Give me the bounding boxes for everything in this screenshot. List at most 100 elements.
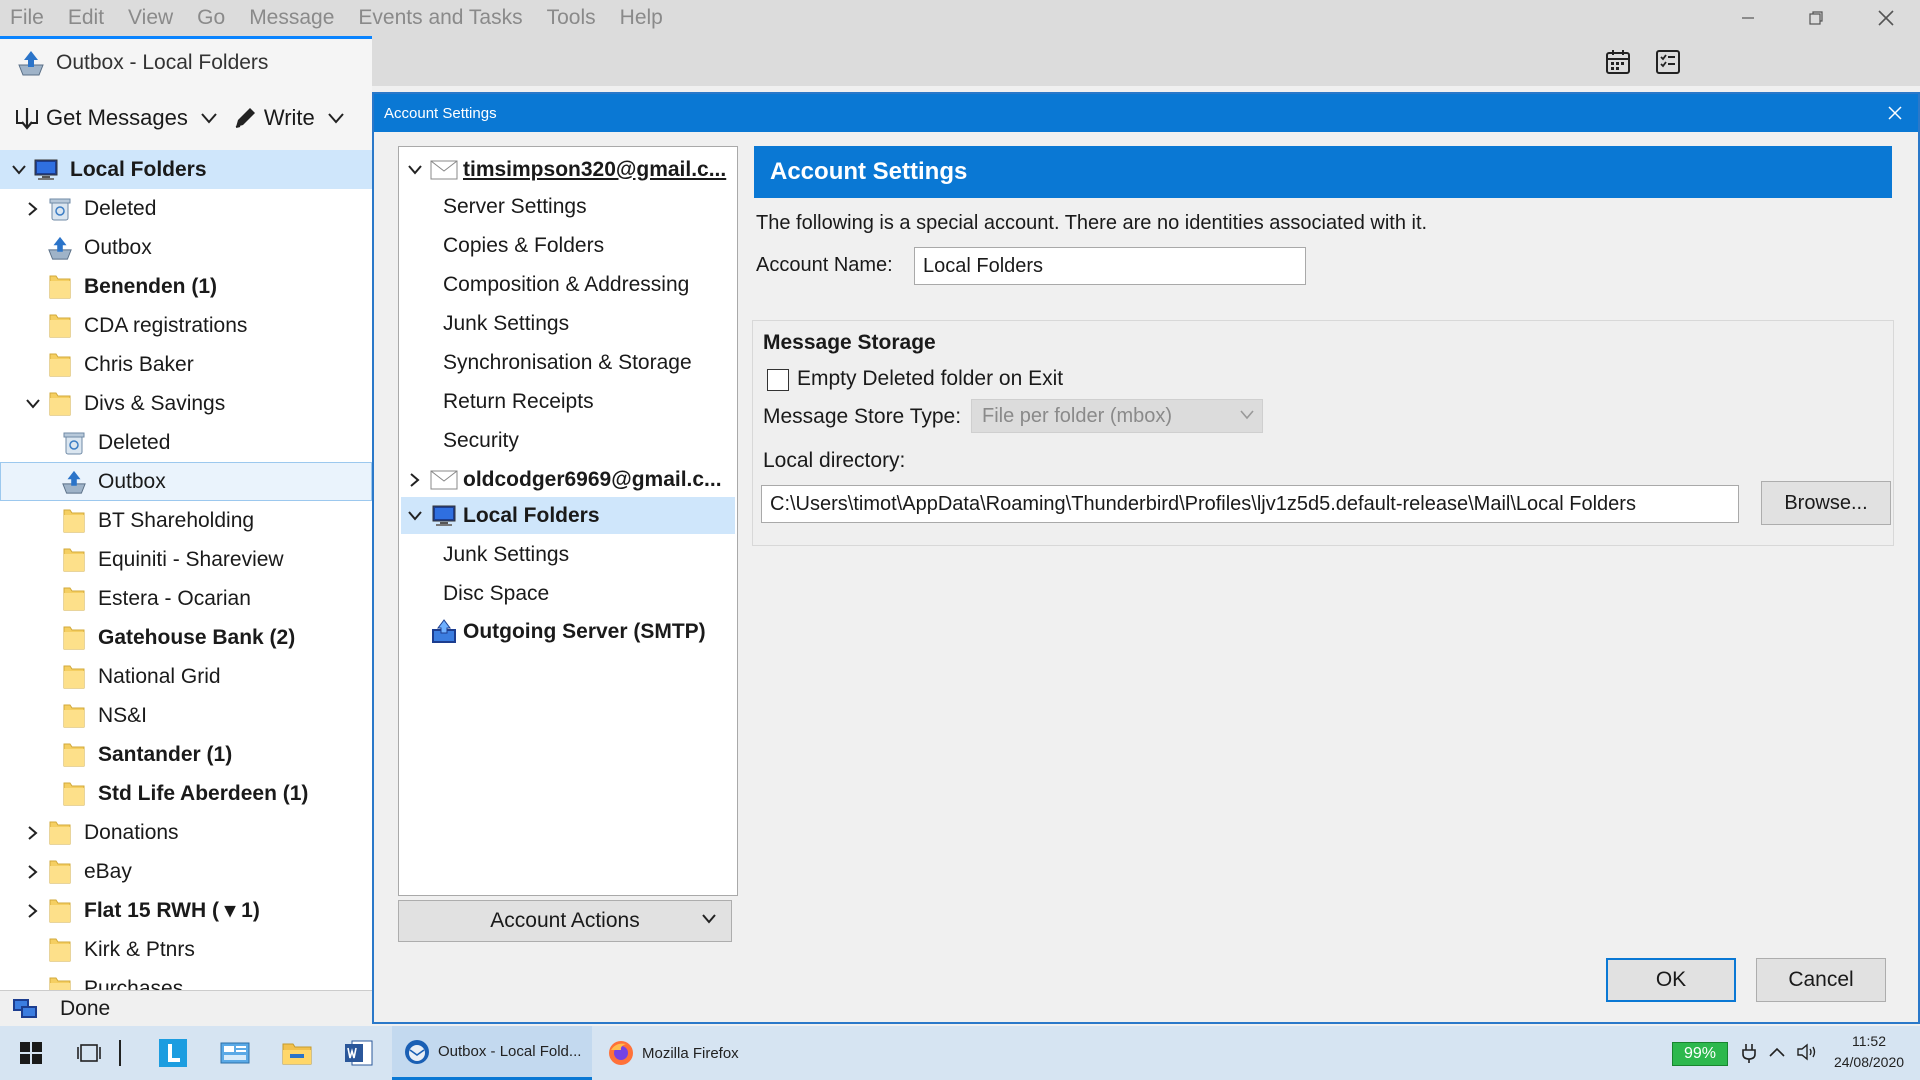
empty-deleted-label[interactable]: Empty Deleted folder on Exit	[797, 367, 1063, 391]
folder-icon	[46, 351, 74, 379]
collapse-icon[interactable]	[401, 510, 429, 521]
restore-button[interactable]	[1786, 0, 1846, 36]
local-directory-input[interactable]: C:\Users\timot\AppData\Roaming\Thunderbi…	[761, 485, 1739, 523]
cancel-button[interactable]: Cancel	[1756, 958, 1886, 1002]
account-actions-button[interactable]: Account Actions	[398, 900, 732, 942]
expand-icon[interactable]	[24, 824, 42, 842]
folder-item-gatehouse-bank[interactable]: Gatehouse Bank (2)	[0, 618, 372, 657]
menu-help[interactable]: Help	[608, 0, 675, 36]
folder-icon	[60, 585, 88, 613]
word-button[interactable]	[344, 1039, 374, 1067]
close-window-button[interactable]	[1856, 0, 1916, 36]
online-status-icon[interactable]	[12, 997, 38, 1021]
browse-button[interactable]: Browse...	[1761, 481, 1891, 525]
smtp-server-icon	[429, 618, 459, 645]
taskbar-app-thunderbird[interactable]: Outbox - Local Fold...	[392, 1026, 592, 1080]
folder-item-benenden[interactable]: Benenden (1)	[0, 267, 372, 306]
empty-deleted-checkbox[interactable]	[767, 369, 789, 391]
account-item-security[interactable]: Security	[401, 422, 735, 459]
word-icon	[345, 1040, 373, 1066]
folder-item-purchases[interactable]: Purchases	[0, 969, 372, 990]
folder-item-deleted-sub[interactable]: Deleted	[0, 423, 372, 462]
file-explorer-button[interactable]	[282, 1039, 312, 1067]
folder-icon	[46, 312, 74, 340]
folder-item-cda-registrations[interactable]: CDA registrations	[0, 306, 372, 345]
calendar-button[interactable]	[1604, 48, 1632, 76]
account-item-copies-folders[interactable]: Copies & Folders	[401, 227, 735, 264]
menu-events-and-tasks[interactable]: Events and Tasks	[346, 0, 534, 36]
tab-outbox[interactable]: Outbox - Local Folders	[0, 36, 372, 86]
write-button[interactable]: Write	[232, 105, 315, 131]
account-item-outgoing-server[interactable]: Outgoing Server (SMTP)	[401, 613, 735, 650]
menu-edit[interactable]: Edit	[56, 0, 116, 36]
folder-item-equiniti[interactable]: Equiniti - Shareview	[0, 540, 372, 579]
launcher-l-button[interactable]	[158, 1039, 188, 1067]
get-messages-button[interactable]: Get Messages	[14, 105, 188, 131]
account-item-local-junk-settings[interactable]: Junk Settings	[401, 536, 735, 573]
folder-item-kirk-ptnrs[interactable]: Kirk & Ptnrs	[0, 930, 372, 969]
menu-message[interactable]: Message	[237, 0, 346, 36]
task-view-button[interactable]	[74, 1039, 104, 1067]
folder-item-national-grid[interactable]: National Grid	[0, 657, 372, 696]
account-item-server-settings[interactable]: Server Settings	[401, 188, 735, 225]
ok-button[interactable]: OK	[1606, 958, 1736, 1002]
folder-item-chris-baker[interactable]: Chris Baker	[0, 345, 372, 384]
folder-item-santander[interactable]: Santander (1)	[0, 735, 372, 774]
folder-name: Flat 15 RWH ( ▾ 1)	[84, 899, 260, 922]
account-item-timsimpson[interactable]: timsimpson320@gmail.c...	[401, 151, 735, 188]
store-type-select[interactable]: File per folder (mbox)	[971, 399, 1263, 433]
minimize-button[interactable]	[1718, 0, 1778, 36]
folder-item-bt-shareholding[interactable]: BT Shareholding	[0, 501, 372, 540]
account-item-local-folders[interactable]: Local Folders	[401, 497, 735, 534]
taskbar-app-firefox[interactable]: Mozilla Firefox	[596, 1026, 786, 1080]
folder-icon	[46, 897, 74, 925]
folder-item-local-folders[interactable]: Local Folders	[0, 150, 372, 189]
folder-item-flat-15-rwh[interactable]: Flat 15 RWH ( ▾ 1)	[0, 891, 372, 930]
collapse-icon[interactable]	[401, 164, 429, 175]
account-item-sync-storage[interactable]: Synchronisation & Storage	[401, 344, 735, 381]
account-item-disc-space[interactable]: Disc Space	[401, 575, 735, 612]
collapse-icon[interactable]	[10, 161, 28, 179]
tasks-button[interactable]	[1654, 48, 1682, 76]
folder-item-donations[interactable]: Donations	[0, 813, 372, 852]
system-clock[interactable]: 11:52 24/08/2020	[1824, 1031, 1914, 1073]
show-hidden-icons-button[interactable]	[1768, 1042, 1786, 1063]
expand-icon[interactable]	[24, 902, 42, 920]
folder-item-divs-savings[interactable]: Divs & Savings	[0, 384, 372, 423]
firefox-icon	[609, 1041, 633, 1065]
expand-icon[interactable]	[24, 863, 42, 881]
expand-icon[interactable]	[24, 200, 42, 218]
account-name-input[interactable]: Local Folders	[914, 247, 1306, 285]
account-item-junk-settings[interactable]: Junk Settings	[401, 305, 735, 342]
menu-view[interactable]: View	[116, 0, 185, 36]
download-icon	[16, 108, 38, 130]
status-text: Done	[60, 996, 111, 1020]
battery-indicator[interactable]: 99%	[1672, 1042, 1728, 1066]
power-icon[interactable]	[1740, 1042, 1758, 1069]
get-messages-dropdown[interactable]	[200, 109, 218, 127]
control-panel-button[interactable]	[220, 1039, 250, 1067]
volume-button[interactable]	[1796, 1042, 1820, 1067]
menu-tools[interactable]: Tools	[535, 0, 608, 36]
volume-icon	[1797, 1043, 1816, 1061]
menu-go[interactable]: Go	[185, 0, 237, 36]
tree-label: Junk Settings	[443, 311, 570, 335]
folder-item-outbox-sub[interactable]: Outbox	[0, 462, 372, 501]
collapse-icon[interactable]	[24, 395, 42, 413]
folder-item-outbox[interactable]: Outbox	[0, 228, 372, 267]
dialog-close-button[interactable]	[1882, 100, 1908, 126]
folder-icon	[60, 507, 88, 535]
write-dropdown[interactable]	[327, 109, 345, 127]
account-name-label: Account Name:	[756, 254, 893, 276]
account-item-return-receipts[interactable]: Return Receipts	[401, 383, 735, 420]
start-button[interactable]	[16, 1039, 46, 1067]
folder-item-ebay[interactable]: eBay	[0, 852, 372, 891]
folder-item-estera[interactable]: Estera - Ocarian	[0, 579, 372, 618]
account-item-composition[interactable]: Composition & Addressing	[401, 266, 735, 303]
folder-item-deleted[interactable]: Deleted	[0, 189, 372, 228]
menu-file[interactable]: File	[0, 0, 56, 36]
folder-item-nsi[interactable]: NS&I	[0, 696, 372, 735]
folder-item-std-life[interactable]: Std Life Aberdeen (1)	[0, 774, 372, 813]
expand-icon[interactable]	[401, 472, 429, 487]
account-item-oldcodger[interactable]: oldcodger6969@gmail.c...	[401, 461, 735, 498]
